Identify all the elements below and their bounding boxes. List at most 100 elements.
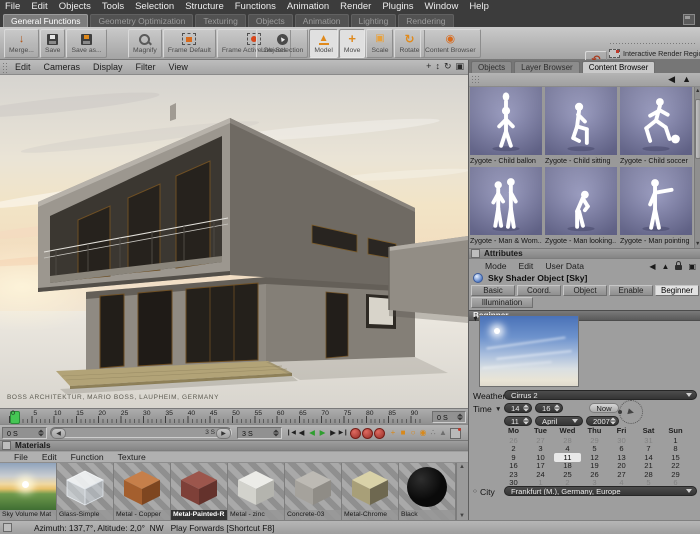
menu-help[interactable]: Help <box>469 1 489 12</box>
window-gadget-icon[interactable] <box>683 14 695 25</box>
keyframe-scale-icon[interactable]: ■ <box>398 427 408 438</box>
palette-tab-rendering[interactable]: Rendering <box>398 14 453 27</box>
power-slider[interactable]: ◀ ▶ 3 S <box>50 427 232 438</box>
material-concrete-03[interactable]: Concrete-03 <box>285 463 342 520</box>
weather-dropdown[interactable]: Cirrus 2 <box>504 390 697 400</box>
record-position-icon[interactable] <box>350 428 361 439</box>
city-dropdown[interactable]: Frankfurt (M.), Germany, Europe <box>504 486 697 496</box>
content-browser-button[interactable]: ◉Content Browser <box>420 29 481 58</box>
attributes-menu-mode[interactable]: Mode <box>485 261 507 271</box>
back-icon[interactable]: ◀ <box>668 74 675 85</box>
new-window-icon[interactable]: ▣ <box>688 262 696 271</box>
scrollbar-thumb[interactable] <box>695 99 700 159</box>
stepper-icon[interactable] <box>554 405 560 412</box>
animation-dot-icon[interactable]: ○ <box>473 488 477 495</box>
keyframe-parameter-icon[interactable]: ◉ <box>418 427 428 438</box>
record-options-icon[interactable] <box>450 428 461 439</box>
viewport-menu-edit[interactable]: Edit <box>15 62 31 72</box>
content-item-zygote-man-wom[interactable]: Zygote - Man & Wom.. <box>469 167 543 247</box>
merge-button[interactable]: ↓Merge... <box>4 29 39 58</box>
hour-spinner[interactable]: 14 <box>504 403 532 413</box>
menu-file[interactable]: File <box>5 1 20 12</box>
scale-button[interactable]: ▣Scale <box>366 29 393 58</box>
viewport-menu-filter[interactable]: Filter <box>136 62 156 72</box>
autokey-icon[interactable]: ▲ <box>438 427 448 438</box>
content-item-zygote-child-sitting[interactable]: Zygote - Child sitting <box>544 87 618 167</box>
minute-spinner[interactable]: 16 <box>535 403 563 413</box>
next-frame-icon[interactable]: ▶ <box>328 427 338 438</box>
materials-title-bar[interactable]: Materials <box>0 440 468 451</box>
move-button[interactable]: +Move <box>339 29 366 58</box>
range-end-field[interactable]: 3 S <box>237 427 282 439</box>
materials-menu-file[interactable]: File <box>14 452 28 462</box>
browser-grip[interactable] <box>471 75 479 84</box>
content-item-zygote-child-soccer[interactable]: Zygote - Child soccer <box>619 87 693 167</box>
attributes-menu-user-data[interactable]: User Data <box>545 261 584 271</box>
record-rotation-icon[interactable] <box>374 428 385 439</box>
menu-edit[interactable]: Edit <box>31 1 47 12</box>
scroll-down-icon[interactable]: ▼ <box>459 513 465 519</box>
materials-menu-texture[interactable]: Texture <box>118 452 146 462</box>
scroll-up-icon[interactable]: ▲ <box>459 464 465 470</box>
browser-tab-layer-browser[interactable]: Layer Browser <box>514 61 580 73</box>
up-icon[interactable]: ▲ <box>682 74 691 84</box>
attribute-object-row[interactable]: Sky Shader Object [Sky] <box>473 273 587 283</box>
panel-box-icon[interactable] <box>2 441 11 450</box>
frame-default-button[interactable]: Frame Default <box>163 29 216 58</box>
menu-objects[interactable]: Objects <box>59 1 91 12</box>
year-spinner[interactable]: 2007 <box>586 416 619 426</box>
record-scale-icon[interactable] <box>362 428 373 439</box>
viewport-menu-cameras[interactable]: Cameras <box>44 62 81 72</box>
sun-dial-widget[interactable] <box>619 400 643 424</box>
material-glass-simple[interactable]: Glass-Simple <box>57 463 114 520</box>
quick-menu-grip[interactable] <box>609 42 697 46</box>
material-black[interactable]: Black <box>399 463 456 520</box>
live-selection-button[interactable]: ▲Live Selection <box>256 29 308 58</box>
content-scrollbar[interactable]: ▲ ▼ <box>694 87 700 248</box>
current-time-field[interactable]: 0 S <box>2 427 47 439</box>
viewport-grip[interactable] <box>2 62 9 73</box>
expander-icon[interactable]: ▼ <box>495 406 501 413</box>
pan-icon[interactable]: + <box>426 61 431 72</box>
stepper-icon[interactable] <box>457 414 463 421</box>
material-metal-chrome[interactable]: Metal-Chrome <box>342 463 399 520</box>
attributes-menu-edit[interactable]: Edit <box>519 261 534 271</box>
palette-tab-animation[interactable]: Animation <box>295 14 349 27</box>
browser-tab-objects[interactable]: Objects <box>471 61 512 73</box>
menu-plugins[interactable]: Plugins <box>382 1 413 12</box>
materials-menu-function[interactable]: Function <box>71 452 104 462</box>
menu-render[interactable]: Render <box>340 1 371 12</box>
stepper-icon[interactable] <box>610 418 616 425</box>
magnify-button[interactable]: Magnify <box>128 29 162 58</box>
play-forwards-icon[interactable]: ▶ <box>318 427 328 438</box>
menu-functions[interactable]: Functions <box>235 1 276 12</box>
up-icon[interactable]: ▲ <box>662 262 670 271</box>
materials-scrollbar[interactable]: ▲ ▼ <box>456 463 468 520</box>
zoom-icon[interactable]: ↕ <box>435 61 440 72</box>
stepper-icon[interactable] <box>523 405 529 412</box>
content-item-zygote-man-looking[interactable]: Zygote - Man looking.. <box>544 167 618 247</box>
menu-structure[interactable]: Structure <box>185 1 224 12</box>
material-metal-copper[interactable]: Metal - Copper <box>114 463 171 520</box>
go-to-start-icon[interactable]: ❙◀ <box>286 427 296 438</box>
now-button[interactable]: Now <box>589 403 619 413</box>
back-icon[interactable]: ◀ <box>649 262 655 271</box>
save-as-button[interactable]: Save as... <box>66 29 106 58</box>
material-metal-painted-r[interactable]: Metal-Painted-R <box>171 463 228 520</box>
toggle-view-icon[interactable]: ▣ <box>455 61 464 72</box>
palette-tab-texturing[interactable]: Texturing <box>195 14 246 27</box>
stepper-icon[interactable] <box>273 430 279 437</box>
rotate-view-icon[interactable]: ↻ <box>444 61 452 72</box>
attribute-tab-object[interactable]: Object <box>563 285 607 296</box>
attribute-tab-enable[interactable]: Enable <box>609 285 653 296</box>
palette-tab-objects[interactable]: Objects <box>248 14 293 27</box>
keyframe-pla-icon[interactable]: ∴ <box>428 427 438 438</box>
panel-box-icon[interactable] <box>471 249 480 258</box>
palette-tab-lighting[interactable]: Lighting <box>351 14 397 27</box>
day-spinner[interactable]: 11 <box>504 416 532 426</box>
attributes-title-bar[interactable]: Attributes <box>469 248 700 259</box>
slider-right-handle[interactable]: ▶ <box>216 428 231 439</box>
month-dropdown[interactable]: April <box>535 416 583 426</box>
slider-left-handle[interactable]: ◀ <box>51 428 66 439</box>
viewport-menu-view[interactable]: View <box>169 62 188 72</box>
